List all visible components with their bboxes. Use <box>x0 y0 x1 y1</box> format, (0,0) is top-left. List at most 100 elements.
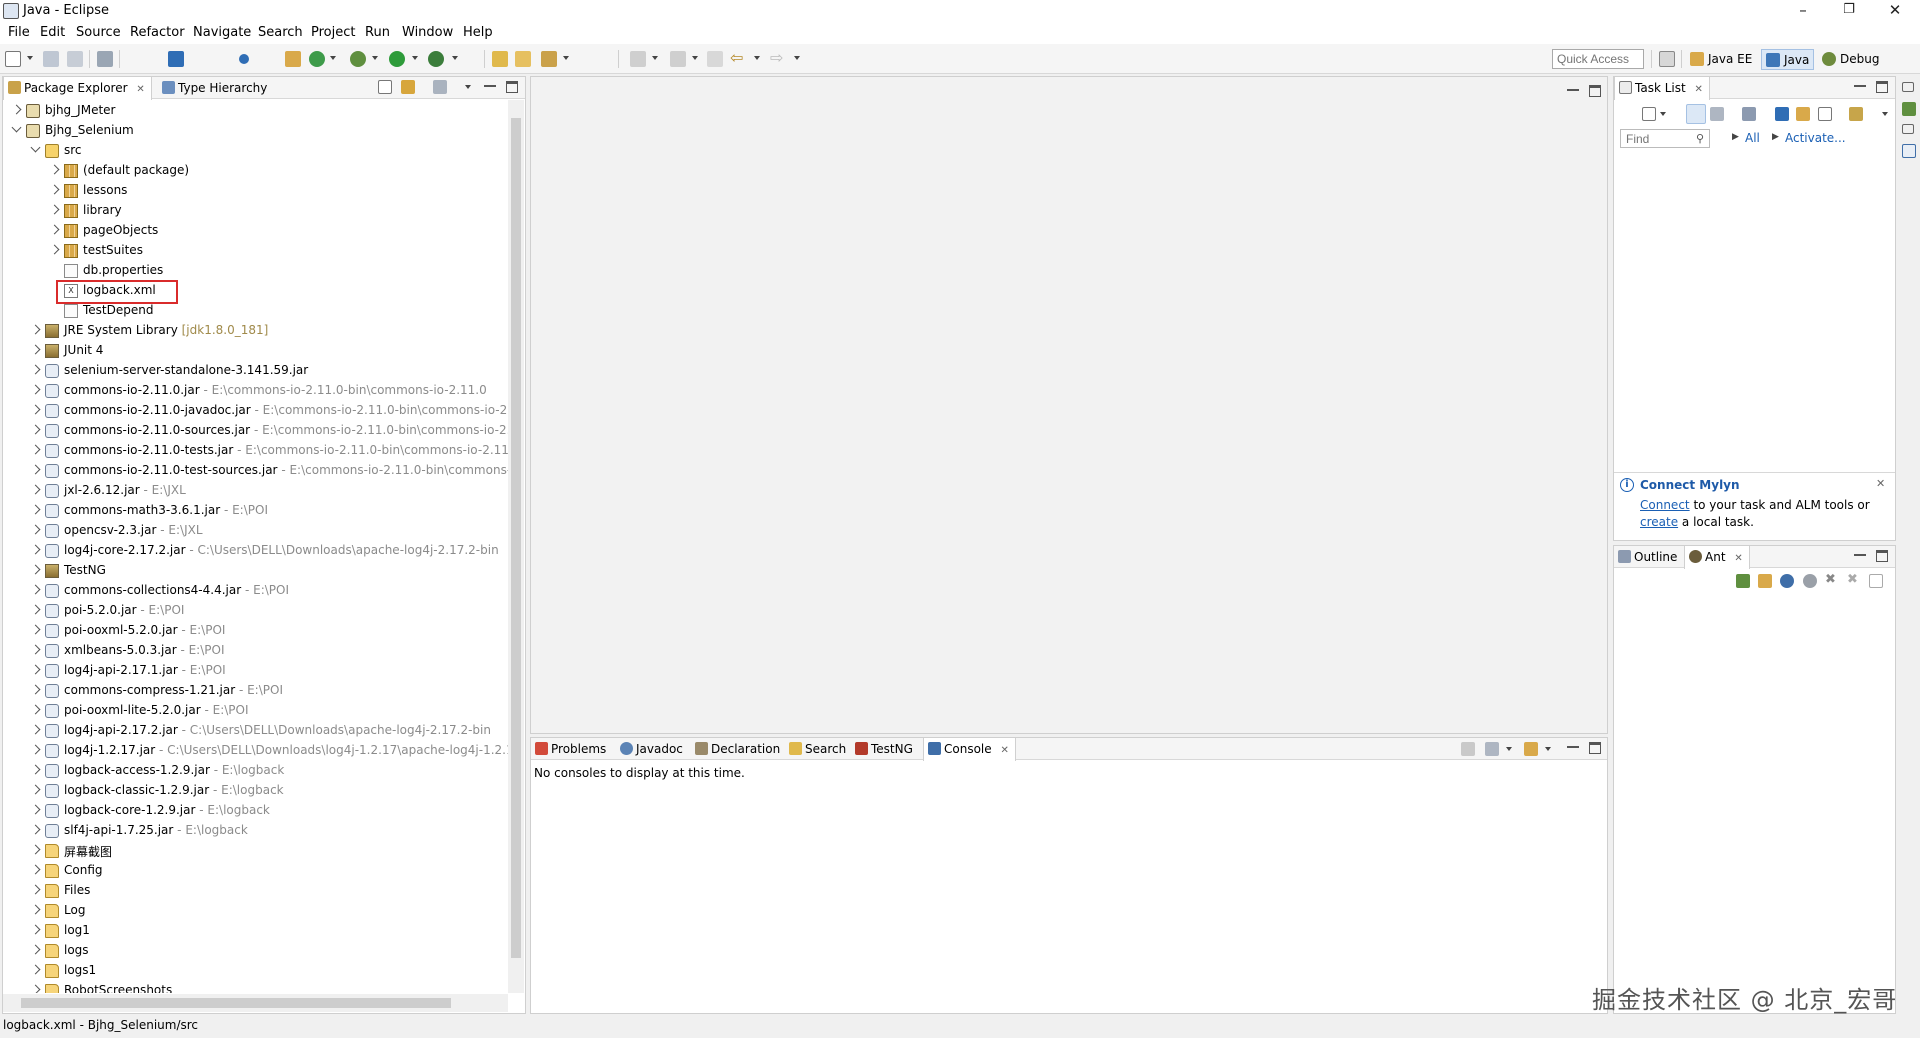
search-buildfiles-icon[interactable] <box>1758 574 1772 588</box>
tree-item[interactable]: logs <box>3 941 508 961</box>
activate-task-link[interactable]: Activate... <box>1785 131 1846 145</box>
tree-item[interactable]: log4j-core-2.17.2.jar - C:\Users\DELL\Do… <box>3 541 508 561</box>
pin-console-icon[interactable] <box>1461 742 1475 756</box>
scheduled-icon[interactable] <box>1710 107 1724 121</box>
view-menu-icon[interactable] <box>465 85 471 89</box>
expand-arrow-icon[interactable] <box>30 684 41 695</box>
tab-ant[interactable]: Ant ✕ <box>1684 546 1750 569</box>
expand-arrow-icon[interactable] <box>30 744 41 755</box>
expand-arrow-icon[interactable] <box>30 824 41 835</box>
save-all-icon[interactable] <box>67 51 83 67</box>
expand-arrow-icon[interactable] <box>30 784 41 795</box>
tab-type-hierarchy[interactable]: Type Hierarchy <box>158 77 273 99</box>
tab-task-list[interactable]: Task List ✕ <box>1614 77 1710 100</box>
expand-arrow-icon[interactable] <box>30 324 41 335</box>
tree-item[interactable]: commons-io-2.11.0-test-sources.jar - E:\… <box>3 461 508 481</box>
open-type-icon[interactable] <box>492 51 508 67</box>
save-icon[interactable] <box>43 51 59 67</box>
expand-arrow-icon[interactable] <box>30 884 41 895</box>
expand-arrow-icon[interactable] <box>30 544 41 555</box>
expand-arrow-icon[interactable] <box>30 384 41 395</box>
add-buildfiles-icon[interactable] <box>1736 574 1750 588</box>
tree-item[interactable]: db.properties <box>3 261 508 281</box>
tree-item[interactable]: TestNG <box>3 561 508 581</box>
vertical-scroll-thumb[interactable] <box>511 118 521 958</box>
tree-item[interactable]: log4j-1.2.17.jar - C:\Users\DELL\Downloa… <box>3 741 508 761</box>
quick-access-input[interactable] <box>1552 49 1644 69</box>
tree-item[interactable]: Log <box>3 901 508 921</box>
focus-on-task-icon[interactable] <box>433 80 447 94</box>
expand-arrow-icon[interactable] <box>49 204 60 215</box>
expand-arrow-icon[interactable] <box>30 404 41 415</box>
expand-arrow-icon[interactable] <box>30 844 41 855</box>
close-mylyn-icon[interactable]: ✕ <box>1876 477 1885 490</box>
debug-icon[interactable] <box>350 51 366 67</box>
tree-item[interactable]: commons-compress-1.21.jar - E:\POI <box>3 681 508 701</box>
expand-arrow-icon[interactable] <box>30 604 41 615</box>
menu-navigate[interactable]: Navigate <box>193 25 251 40</box>
tree-item[interactable]: JRE System Library [jdk1.8.0_181] <box>3 321 508 341</box>
expand-arrow-icon[interactable] <box>30 944 41 955</box>
open-console-icon[interactable] <box>1524 742 1538 756</box>
restore-icon[interactable] <box>1902 82 1914 92</box>
display-console-icon[interactable] <box>1485 742 1499 756</box>
menu-search[interactable]: Search <box>258 25 303 40</box>
tree-horizontal-scrollbar[interactable] <box>3 994 508 1012</box>
expand-arrow-icon[interactable] <box>30 704 41 715</box>
expand-arrow-icon[interactable] <box>49 184 60 195</box>
forward-arrow-icon[interactable]: ⇨ <box>770 50 786 67</box>
tree-item[interactable]: poi-5.2.0.jar - E:\POI <box>3 601 508 621</box>
horizontal-scroll-thumb[interactable] <box>21 998 451 1008</box>
tree-item[interactable]: selenium-server-standalone-3.141.59.jar <box>3 361 508 381</box>
all-tasks-link[interactable]: All <box>1745 131 1760 145</box>
categorized-icon[interactable] <box>1686 104 1706 124</box>
collapse-ant-icon[interactable] <box>1869 574 1883 588</box>
expand-arrow-icon[interactable] <box>30 424 41 435</box>
tree-item[interactable]: commons-io-2.11.0.jar - E:\commons-io-2.… <box>3 381 508 401</box>
console-minimize-icon[interactable] <box>1567 742 1579 748</box>
tab-declaration[interactable]: Declaration <box>691 738 786 760</box>
tree-item[interactable]: poi-ooxml-5.2.0.jar - E:\POI <box>3 621 508 641</box>
close-console-tab-icon[interactable]: ✕ <box>1000 745 1008 756</box>
tab-console[interactable]: Console ✕ <box>923 738 1016 761</box>
tree-item[interactable]: log4j-api-2.17.1.jar - E:\POI <box>3 661 508 681</box>
tree-item[interactable]: library <box>3 201 508 221</box>
trim-ant-icon[interactable] <box>1902 102 1916 116</box>
task-list-maximize-icon[interactable] <box>1876 81 1888 93</box>
menu-project[interactable]: Project <box>311 25 355 40</box>
tree-item[interactable]: Bjhg_Selenium <box>3 121 508 141</box>
tree-item[interactable]: slf4j-api-1.7.25.jar - E:\logback <box>3 821 508 841</box>
tab-package-explorer[interactable]: Package Explorer ✕ <box>3 77 152 100</box>
new-dropdown-icon[interactable] <box>27 56 33 60</box>
tab-problems[interactable]: Problems <box>531 738 612 760</box>
tree-item[interactable]: TestDepend <box>3 301 508 321</box>
expand-arrow-icon[interactable] <box>30 804 41 815</box>
menu-run[interactable]: Run <box>365 25 390 40</box>
expand-arrow-icon[interactable] <box>30 364 41 375</box>
tree-item[interactable]: bjhg_JMeter <box>3 101 508 121</box>
expand-arrow-icon[interactable] <box>30 504 41 515</box>
menu-source[interactable]: Source <box>76 25 121 40</box>
tree-item[interactable]: commons-io-2.11.0-tests.jar - E:\commons… <box>3 441 508 461</box>
menu-edit[interactable]: Edit <box>40 25 65 40</box>
expand-arrow-icon[interactable] <box>49 224 60 235</box>
expand-arrow-icon[interactable] <box>30 764 41 775</box>
perspective-java[interactable]: Java <box>1761 49 1815 70</box>
outline-minimize-icon[interactable] <box>1854 550 1866 556</box>
open-task-icon[interactable] <box>515 51 531 67</box>
tree-item[interactable]: commons-io-2.11.0-javadoc.jar - E:\commo… <box>3 401 508 421</box>
tab-search[interactable]: Search <box>785 738 852 760</box>
expand-arrow-icon[interactable] <box>30 444 41 455</box>
console-maximize-icon[interactable] <box>1589 742 1601 754</box>
synchronize-icon[interactable] <box>1796 107 1810 121</box>
tab-javadoc[interactable]: Javadoc <box>616 738 689 760</box>
pin-icon[interactable] <box>239 54 249 64</box>
next-annotation-icon[interactable] <box>630 51 646 67</box>
collapse-arrow-icon[interactable] <box>30 142 41 153</box>
open-perspective-icon[interactable] <box>1659 51 1675 67</box>
menu-file[interactable]: File <box>8 25 30 40</box>
connect-link[interactable]: Connect <box>1640 498 1690 512</box>
tab-testng[interactable]: TestNG <box>851 738 919 760</box>
create-link[interactable]: create <box>1640 515 1678 529</box>
tree-vertical-scrollbar[interactable] <box>508 100 524 993</box>
